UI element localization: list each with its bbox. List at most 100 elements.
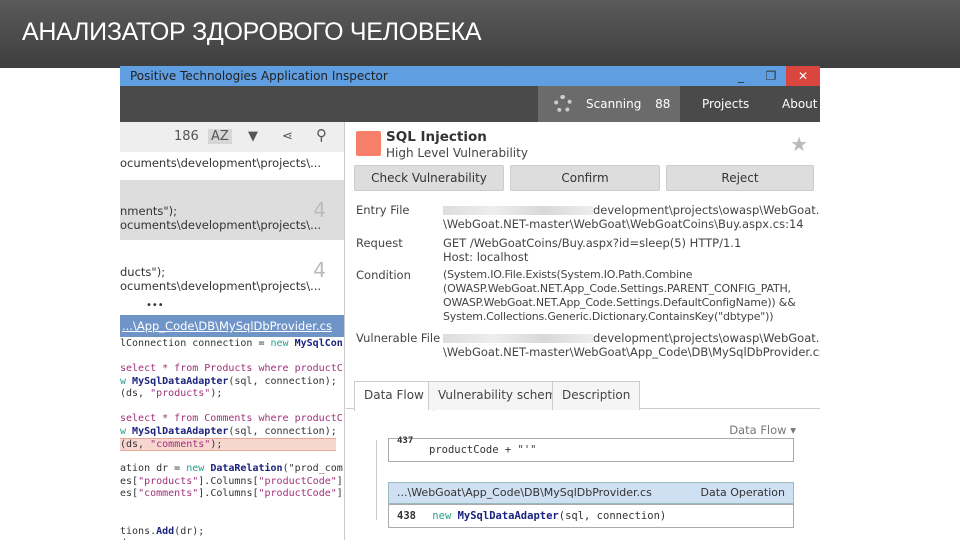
maximize-button[interactable]: ❐ [756,66,786,86]
confirm-button[interactable]: Confirm [510,165,660,191]
code-token: ); [210,439,223,450]
flow-step[interactable]: 437 productCode + "'" [388,436,794,462]
code-token: ].Columns[ [198,475,259,487]
code-line: (ds, "comments"); [120,438,336,451]
file-link[interactable]: ...\App_Code\DB\MySqlDbProvider.cs [120,315,344,337]
severity-indicator [356,131,381,156]
vulnerability-title: SQL Injection [386,129,487,145]
more-button[interactable]: ••• [146,300,164,311]
code-token: ); [210,388,223,399]
field-value: development\projects\owasp\WebGoat.NET [593,331,820,345]
code-token: es[ [120,475,139,487]
spinner-icon [554,95,572,113]
result-count: 186 [174,129,199,144]
check-vulnerability-button[interactable]: Check Vulnerability [354,165,504,191]
field-value: development\projects\owasp\WebGoat.NET [593,203,820,217]
code-line: es["comments"].Columns["productCode"] [120,488,343,501]
code-token: (ds, [120,439,151,450]
item-code: ducts"); [120,265,166,279]
code-keyword: new [432,510,458,522]
code-line: (ds, "products"); [120,388,343,401]
field-value: \WebGoat.NET-master\WebGoat\WebGoatCoins… [443,217,804,231]
code-token: "productCode" [258,475,337,487]
field-label: Vulnerable File [356,331,441,345]
filter-icon[interactable]: ▼ [248,129,258,144]
close-button[interactable]: ✕ [786,66,820,86]
star-icon[interactable]: ★ [790,132,808,156]
minimize-button[interactable]: _ [726,66,756,86]
search-icon[interactable]: ⚲ [316,126,327,144]
code-line: ation dr = new DataRelation("prod_com [120,463,343,476]
scanning-label: Scanning [586,97,642,111]
code-line: select * from Comments where productC [120,413,343,426]
data-flow-dropdown[interactable]: Data Flow ▾ [729,423,796,437]
slide-title: АНАЛИЗАТОР ЗДОРОВОГО ЧЕЛОВЕКА [22,18,482,46]
code-token: (sql, connection); [228,425,337,437]
code-line: tions.Add(dr); [120,526,343,539]
code-token: es[ [120,488,139,499]
code-token: select * from Products where productC [120,363,343,374]
field-label: Entry File [356,203,410,217]
line-number: 437 [397,436,414,446]
item-path: ocuments\development\projects\... [120,279,322,293]
flow-operation: Data Operation [700,486,785,499]
projects-menu[interactable]: Projects [702,86,749,122]
code-token: ].Columns[ [198,488,259,499]
code-token: (ds, [120,388,151,399]
code-token: "comments" [138,488,199,499]
vulnerability-detail-panel: SQL Injection High Level Vulnerability ★… [346,122,820,540]
code-token: (sql, connection); [228,375,337,387]
flow-step-code: 438 new MySqlDataAdapter(sql, connection… [388,504,794,528]
code-token: ] [336,488,343,499]
tab-data-flow[interactable]: Data Flow [354,381,434,411]
vulnerability-level: High Level Vulnerability [386,146,528,160]
code-token: lConnection connection = [120,338,271,349]
line-number: 438 [397,510,416,522]
flow-step-header[interactable]: ...\WebGoat\App_Code\DB\MySqlDbProvider.… [388,482,794,504]
reject-button[interactable]: Reject [666,165,814,191]
window-title: Positive Technologies Application Inspec… [130,69,388,83]
code-token: tions. [120,525,157,537]
code-token: ation dr = [120,463,187,474]
flow-connector [376,440,377,520]
code-token: w [120,375,133,387]
scan-status[interactable]: Scanning 88 % [538,86,680,147]
code-view: lConnection connection = new MySqlCon sel… [120,338,343,540]
list-item[interactable]: nments"); ocuments\development\projects\… [120,180,344,240]
app-window: Positive Technologies Application Inspec… [120,66,820,540]
field-value: GET /WebGoatCoins/Buy.aspx?id=sleep(5) H… [443,236,742,250]
item-path: ocuments\development\projects\... [120,218,322,232]
graph-icon[interactable]: ⋖ [282,129,293,144]
item-code: nments"); [120,204,178,218]
code-token: MySqlCon [294,338,343,349]
list-item[interactable]: ocuments\development\projects\... [120,152,344,180]
code-token: ("prod_com [282,463,343,474]
field-value: Host: localhost [443,250,529,264]
code-line: w MySqlDataAdapter(sql, connection); [120,426,343,439]
code-token: "comments" [150,439,211,450]
field-value: (OWASP.WebGoat.NET.App_Code.Settings.PAR… [443,282,791,295]
list-item[interactable]: ducts"); ocuments\development\projects\.… [120,240,344,300]
code-token: "productCode" [258,488,337,499]
tab-description[interactable]: Description [552,381,641,410]
vulnerability-list-panel: 186 AZ ▼ ⋖ ⚲ ocuments\development\projec… [120,122,345,540]
code-token: new [186,463,211,474]
code-token: select * from Comments where productC [120,413,343,424]
code-line: es["products"].Columns["productCode"] [120,476,343,489]
code-line: lConnection connection = new MySqlCon [120,338,343,351]
detail-tabs: Data Flow Vulnerability scheme Descripti… [346,379,820,411]
code-line: w MySqlDataAdapter(sql, connection); [120,376,343,389]
code-function: MySqlDataAdapter [457,510,559,522]
flow-file: ...\WebGoat\App_Code\DB\MySqlDbProvider.… [397,486,652,499]
item-count: 4 [313,258,326,282]
sort-button[interactable]: AZ [208,129,232,144]
item-count: 4 [313,198,326,222]
field-label: Condition [356,268,411,282]
menu-bar: Scanning 88 % Projects About [120,86,820,147]
about-menu[interactable]: About [782,86,817,122]
code-token: DataRelation [210,463,283,474]
